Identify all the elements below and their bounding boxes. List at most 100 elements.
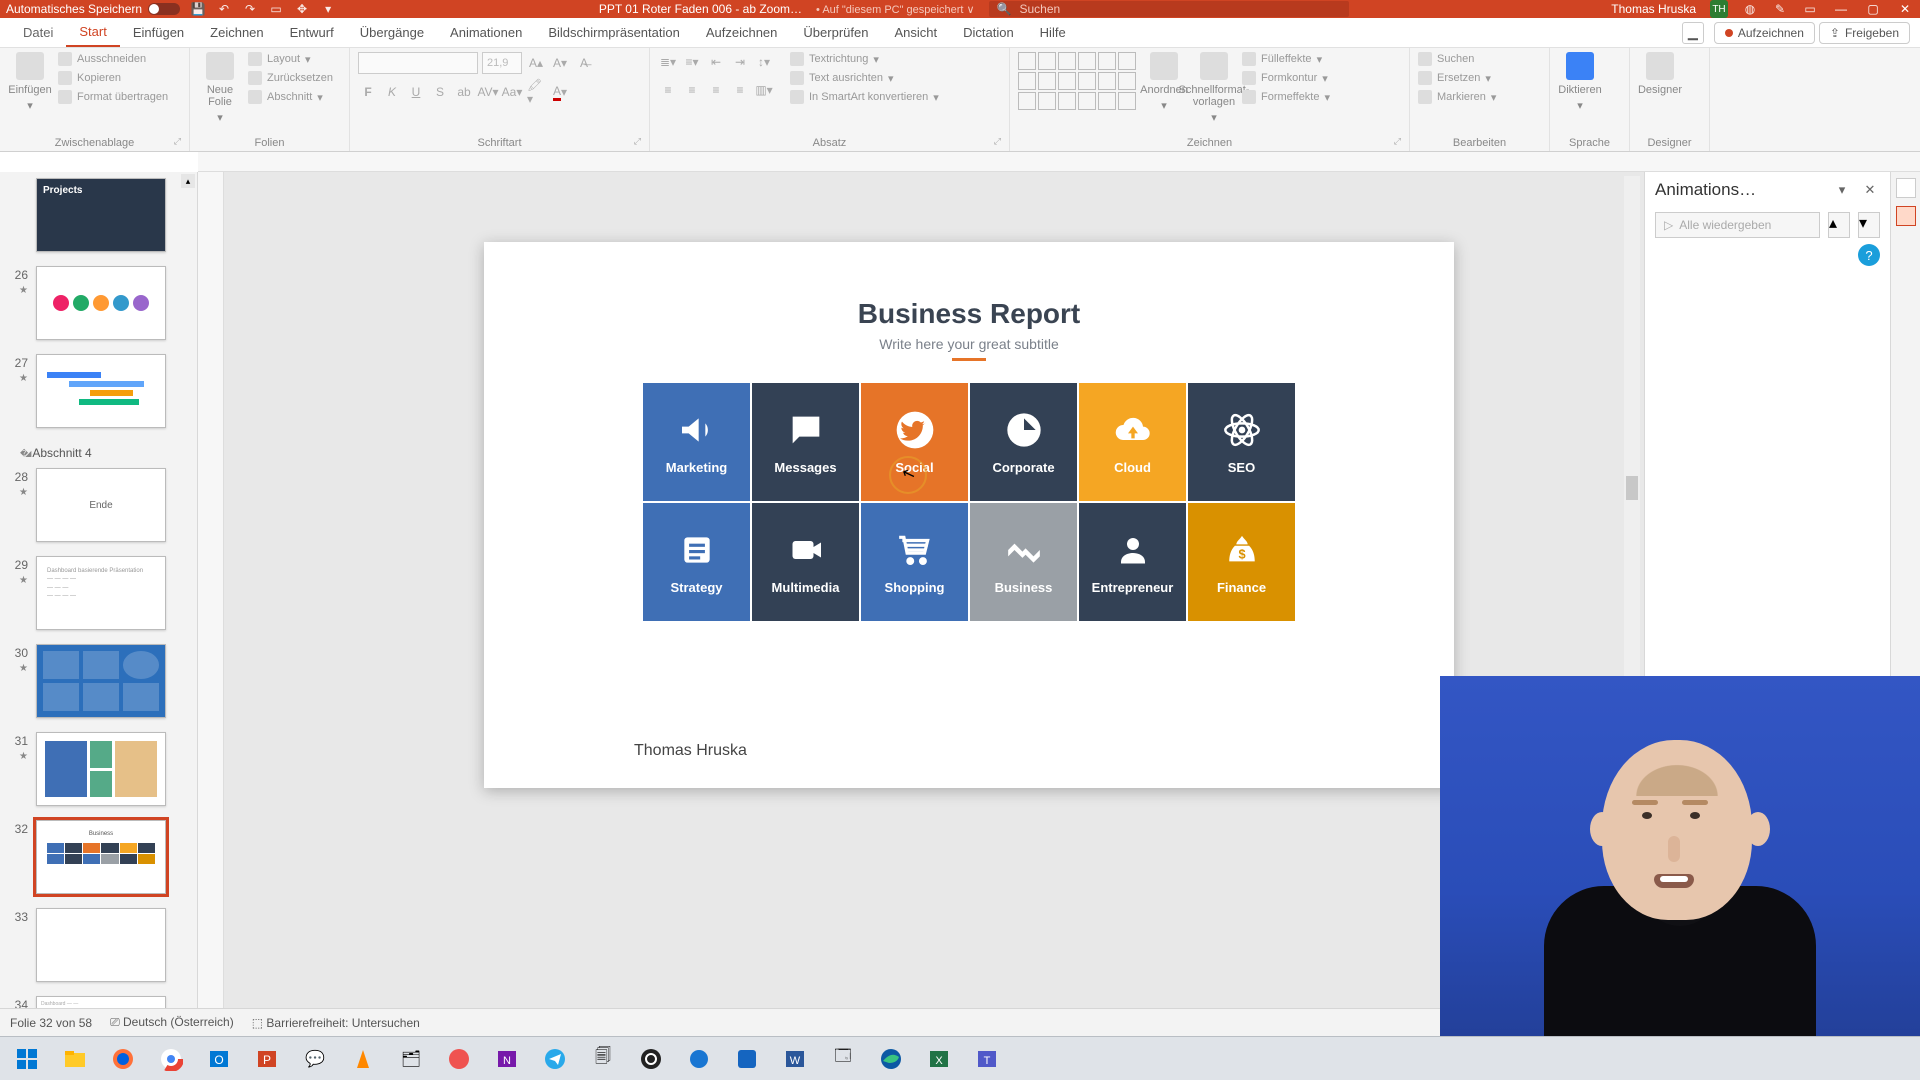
app-icon[interactable]: 🗐 xyxy=(582,1041,624,1077)
app-icon[interactable] xyxy=(678,1041,720,1077)
slide[interactable]: Business Report Write here your great su… xyxy=(484,242,1454,788)
strike-button[interactable]: S xyxy=(430,82,450,102)
firefox-icon[interactable] xyxy=(102,1041,144,1077)
slide-counter[interactable]: Folie 32 von 58 xyxy=(10,1016,92,1030)
redo-icon[interactable]: ↷ xyxy=(242,1,258,17)
outlook-icon[interactable]: O xyxy=(198,1041,240,1077)
powerpoint-icon[interactable]: P xyxy=(246,1041,288,1077)
tab-animationen[interactable]: Animationen xyxy=(437,18,535,47)
strip-button[interactable] xyxy=(1896,206,1916,226)
play-all-button[interactable]: ▷Alle wiedergeben xyxy=(1655,212,1820,238)
excel-icon[interactable]: X xyxy=(918,1041,960,1077)
tile-messages[interactable]: Messages xyxy=(752,383,859,501)
tile-marketing[interactable]: Marketing xyxy=(643,383,750,501)
slide-thumbnail[interactable] xyxy=(36,732,166,806)
window-icon[interactable]: ▭ xyxy=(1802,1,1818,17)
layout-button[interactable]: Layout ▾ xyxy=(248,52,333,66)
qat-more-icon[interactable]: ▾ xyxy=(320,1,336,17)
dialog-launcher-icon[interactable]: ⤢ xyxy=(1394,136,1401,147)
slide-thumbnail[interactable]: Business xyxy=(36,820,166,894)
shape-fill-button[interactable]: Fülleffekte ▾ xyxy=(1242,52,1330,66)
tab-entwurf[interactable]: Entwurf xyxy=(277,18,347,47)
start-button[interactable] xyxy=(6,1041,48,1077)
smartart-button[interactable]: In SmartArt konvertieren ▾ xyxy=(790,90,939,104)
strip-button[interactable] xyxy=(1896,178,1916,198)
columns-button[interactable]: ▥▾ xyxy=(754,80,774,100)
copy-button[interactable]: Kopieren xyxy=(58,71,168,85)
slide-canvas[interactable]: Business Report Write here your great su… xyxy=(224,172,1644,1052)
dialog-launcher-icon[interactable]: ⤢ xyxy=(994,136,1001,147)
font-family-input[interactable] xyxy=(358,52,478,74)
indent-inc-button[interactable]: ⇥ xyxy=(730,52,750,72)
align-right-button[interactable]: ≡ xyxy=(706,80,726,100)
maximize-button[interactable]: ▢ xyxy=(1864,2,1882,16)
app-icon[interactable] xyxy=(726,1041,768,1077)
shadow-button[interactable]: ab xyxy=(454,82,474,102)
clear-format-button[interactable]: A̶ xyxy=(574,53,594,73)
slide-thumbnail-panel[interactable]: ▴ Projects 26★ 27★ xyxy=(0,172,198,1052)
sync-icon[interactable]: ◍ xyxy=(1742,1,1758,17)
slide-subtitle[interactable]: Write here your great subtitle xyxy=(484,336,1454,352)
italic-button[interactable]: K xyxy=(382,82,402,102)
increase-font-button[interactable]: A▴ xyxy=(526,53,546,73)
ribbon-collapse-button[interactable]: ▁ xyxy=(1682,22,1704,44)
explorer-icon[interactable] xyxy=(54,1041,96,1077)
tab-bildschirm[interactable]: Bildschirmpräsentation xyxy=(535,18,693,47)
slide-title[interactable]: Business Report xyxy=(484,298,1454,330)
highlight-button[interactable]: 🖍▾ xyxy=(526,82,546,102)
slide-thumbnail[interactable]: Ende xyxy=(36,468,166,542)
new-slide-button[interactable]: Neue Folie▾ xyxy=(198,52,242,124)
line-spacing-button[interactable]: ↕▾ xyxy=(754,52,774,72)
dictate-button[interactable]: Diktieren▾ xyxy=(1558,52,1602,112)
app-icon[interactable]: 💬 xyxy=(294,1041,336,1077)
font-color-button[interactable]: A▾ xyxy=(550,82,570,102)
case-button[interactable]: Aa▾ xyxy=(502,82,522,102)
tab-file[interactable]: Datei xyxy=(10,18,66,47)
pane-close-button[interactable]: ✕ xyxy=(1860,180,1880,200)
slide-thumbnail[interactable] xyxy=(36,266,166,340)
quickstyles-button[interactable]: Schnellformat-vorlagen▾ xyxy=(1192,52,1236,124)
pane-dropdown-icon[interactable]: ▾ xyxy=(1832,180,1852,200)
underline-button[interactable]: U xyxy=(406,82,426,102)
slide-author[interactable]: Thomas Hruska xyxy=(634,742,747,760)
tab-uebergaenge[interactable]: Übergänge xyxy=(347,18,437,47)
save-status[interactable]: • Auf "diesem PC" gespeichert ∨ xyxy=(816,3,975,16)
justify-button[interactable]: ≡ xyxy=(730,80,750,100)
reset-button[interactable]: Zurücksetzen xyxy=(248,71,333,85)
tab-ansicht[interactable]: Ansicht xyxy=(881,18,950,47)
tile-shopping[interactable]: Shopping xyxy=(861,503,968,621)
dialog-launcher-icon[interactable]: ⤢ xyxy=(174,136,181,147)
slide-thumbnail[interactable] xyxy=(36,908,166,982)
close-button[interactable]: ✕ xyxy=(1896,2,1914,16)
spacing-button[interactable]: AV▾ xyxy=(478,82,498,102)
find-button[interactable]: Suchen xyxy=(1418,52,1496,66)
dialog-launcher-icon[interactable]: ⤢ xyxy=(634,136,641,147)
word-icon[interactable]: W xyxy=(774,1041,816,1077)
chrome-icon[interactable] xyxy=(150,1041,192,1077)
align-left-button[interactable]: ≡ xyxy=(658,80,678,100)
decrease-font-button[interactable]: A▾ xyxy=(550,53,570,73)
format-painter-button[interactable]: Format übertragen xyxy=(58,90,168,104)
tile-grid[interactable]: MarketingMessagesSocialCorporateCloudSEO… xyxy=(643,383,1295,621)
bold-button[interactable]: F xyxy=(358,82,378,102)
tile-finance[interactable]: $Finance xyxy=(1188,503,1295,621)
indent-dec-button[interactable]: ⇤ xyxy=(706,52,726,72)
select-button[interactable]: Markieren ▾ xyxy=(1418,90,1496,104)
share-button[interactable]: ⇪Freigeben xyxy=(1819,22,1910,44)
user-name[interactable]: Thomas Hruska xyxy=(1611,2,1696,16)
shape-outline-button[interactable]: Formkontur ▾ xyxy=(1242,71,1330,85)
onenote-icon[interactable]: N xyxy=(486,1041,528,1077)
tab-einfuegen[interactable]: Einfügen xyxy=(120,18,197,47)
search-input[interactable]: 🔍 Suchen xyxy=(989,1,1349,17)
tile-multimedia[interactable]: Multimedia xyxy=(752,503,859,621)
paste-button[interactable]: Einfügen▾ xyxy=(8,52,52,112)
thumb-scroll-up[interactable]: ▴ xyxy=(181,174,195,188)
user-avatar[interactable]: TH xyxy=(1710,0,1728,18)
tab-zeichnen[interactable]: Zeichnen xyxy=(197,18,276,47)
teams-icon[interactable]: T xyxy=(966,1041,1008,1077)
document-title[interactable]: PPT 01 Roter Faden 006 - ab Zoom… xyxy=(599,2,802,16)
step-down-button[interactable]: ▾ xyxy=(1858,212,1880,238)
replace-button[interactable]: Ersetzen ▾ xyxy=(1418,71,1496,85)
tab-hilfe[interactable]: Hilfe xyxy=(1027,18,1079,47)
bullets-button[interactable]: ≣▾ xyxy=(658,52,678,72)
